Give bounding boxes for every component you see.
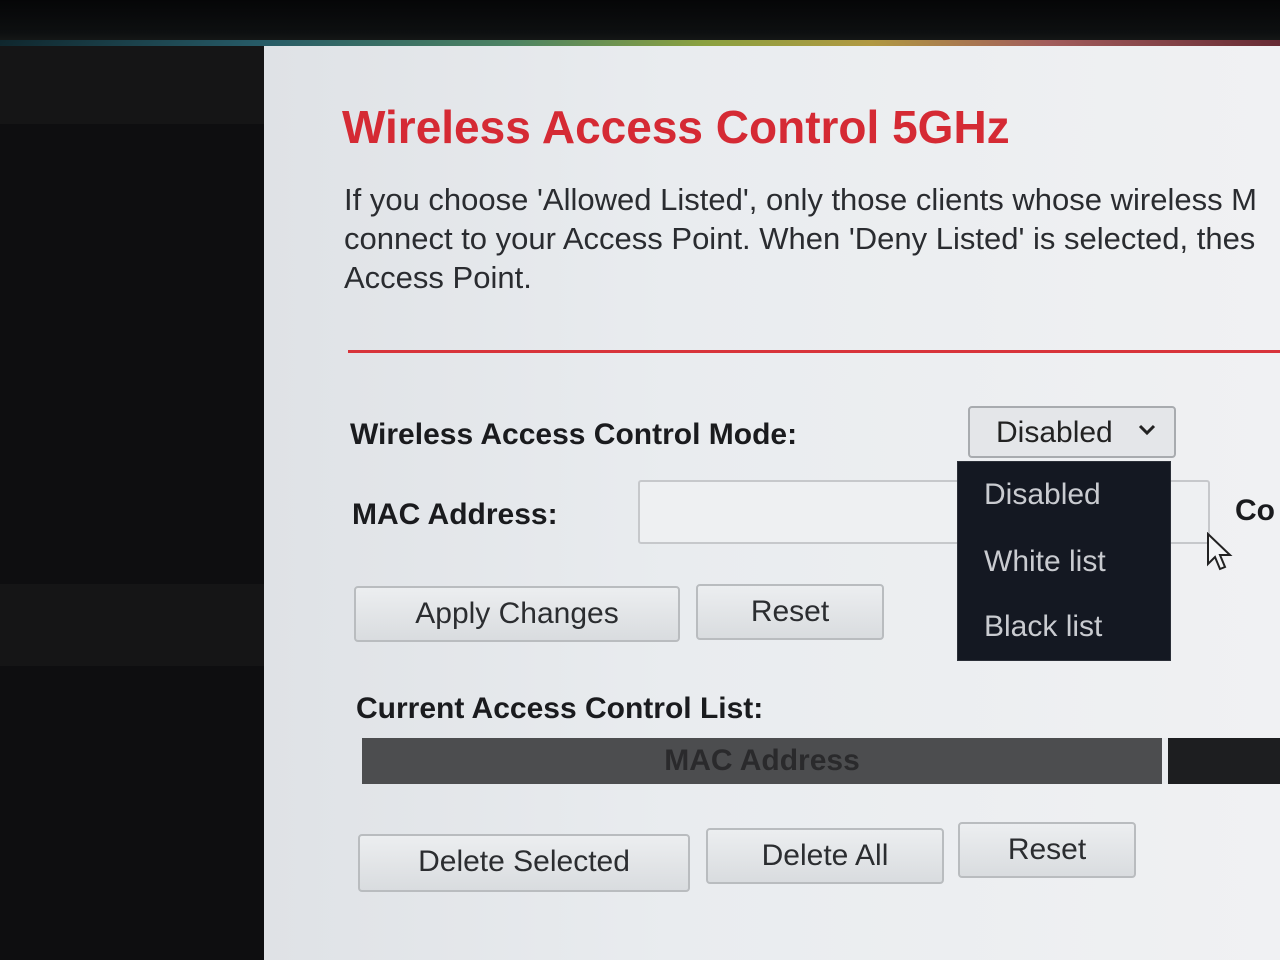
access-list-title: Current Access Control List: <box>356 692 764 725</box>
mode-select[interactable]: Disabled <box>968 406 1176 458</box>
page-title: Wireless Access Control 5GHz <box>342 101 1010 153</box>
delete-selected-button[interactable]: Delete Selected <box>358 834 690 892</box>
table-header-extra <box>1162 738 1280 784</box>
dropdown-option-disabled[interactable]: Disabled <box>984 478 1101 512</box>
mode-dropdown-menu: Disabled White list Black list <box>957 461 1171 661</box>
reset-form-button[interactable]: Reset <box>696 584 884 640</box>
mode-label: Wireless Access Control Mode: <box>350 418 798 451</box>
delete-all-button[interactable]: Delete All <box>706 828 944 884</box>
section-divider <box>348 350 1280 353</box>
dropdown-option-black-list[interactable]: Black list <box>984 610 1102 644</box>
comment-label: Co <box>1235 494 1275 527</box>
table-header-mac-address: MAC Address <box>362 738 1162 784</box>
description-line: connect to your Access Point. When 'Deny… <box>344 221 1256 256</box>
reset-list-button[interactable]: Reset <box>958 822 1136 878</box>
chevron-down-icon <box>1136 418 1158 447</box>
mac-address-label: MAC Address: <box>352 498 558 531</box>
mode-select-value: Disabled <box>996 416 1113 449</box>
description-line: If you choose 'Allowed Listed', only tho… <box>344 182 1258 217</box>
screen-top-edge <box>0 0 1280 46</box>
dropdown-option-white-list[interactable]: White list <box>984 545 1106 579</box>
sidebar-band <box>0 584 264 666</box>
page-description: If you choose 'Allowed Listed', only tho… <box>344 180 1280 297</box>
mouse-pointer-icon <box>1206 531 1234 579</box>
apply-changes-button[interactable]: Apply Changes <box>354 586 680 642</box>
description-line: Access Point. <box>344 260 532 295</box>
sidebar-band <box>0 46 264 124</box>
sidebar: s l Hz gs <box>0 46 264 960</box>
